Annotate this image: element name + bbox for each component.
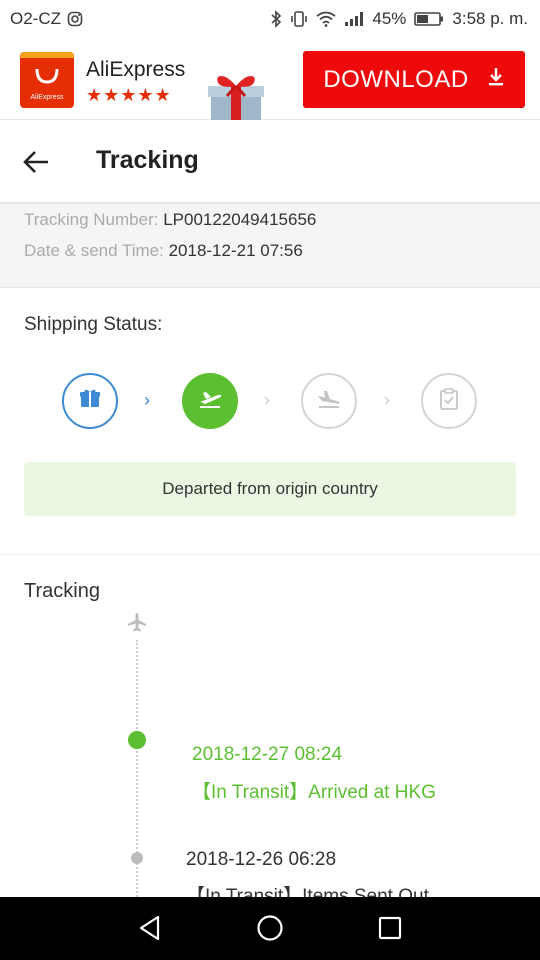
gift-icon [205, 66, 267, 122]
app-download-banner: AliExpress AliExpress ★★★★★ DOWNLOAD [0, 38, 540, 120]
step-arrived [301, 373, 357, 429]
page-header: Tracking [0, 120, 540, 204]
status-bar-right: 45% 3:58 p. m. [270, 9, 528, 29]
clipboard-check-icon [439, 387, 459, 415]
step-delivered [421, 373, 477, 429]
page-title: Tracking [96, 146, 199, 174]
logo-smile-icon: AliExpress [30, 68, 64, 101]
section-divider [0, 554, 540, 555]
recents-square-icon[interactable] [373, 911, 407, 945]
current-status-box: Departed from origin country [24, 462, 516, 516]
svg-text:AliExpress: AliExpress [30, 94, 64, 101]
plane-icon [126, 612, 148, 634]
bluetooth-icon [270, 10, 282, 28]
wifi-icon [316, 11, 336, 27]
download-icon [487, 66, 505, 94]
step-departed [182, 373, 238, 429]
signal-icon [344, 11, 364, 27]
tracking-section-title: Tracking [24, 580, 100, 602]
aliexpress-logo[interactable]: AliExpress [20, 52, 74, 108]
event-time: 2018-12-27 08:24 [192, 744, 343, 765]
tracking-number-row: Tracking Number: LP00122049415656 [24, 210, 316, 230]
current-status-text: Departed from origin country [162, 479, 378, 498]
download-button[interactable]: DOWNLOAD [303, 51, 525, 108]
instagram-icon [67, 11, 83, 27]
chevron-right-icon: › [264, 390, 270, 410]
plane-landing-icon [316, 388, 342, 415]
timeline-dot [131, 852, 143, 864]
timeline-dot-current [128, 731, 146, 749]
send-date-label: Date & send Time: [24, 241, 164, 260]
chevron-right-icon: › [384, 390, 390, 410]
package-icon [79, 389, 101, 414]
plane-takeoff-icon [197, 388, 223, 415]
chevron-right-icon: › [144, 390, 150, 410]
step-packaged [62, 373, 118, 429]
status-bar: O2-CZ 45% 3:58 p. m. [0, 0, 540, 38]
status-bar-left: O2-CZ [10, 9, 83, 29]
back-arrow-icon[interactable] [18, 144, 54, 180]
app-name: AliExpress [86, 58, 186, 81]
clock: 3:58 p. m. [452, 9, 528, 28]
tracking-number-label: Tracking Number: [24, 210, 159, 229]
battery-icon [414, 11, 444, 27]
carrier-label: O2-CZ [10, 9, 61, 28]
shipping-status-title: Shipping Status: [24, 314, 163, 335]
event-description: 【In Transit】Arrived at HKG [192, 782, 436, 803]
battery-percent: 45% [372, 9, 407, 28]
event-time: 2018-12-26 06:28 [186, 849, 337, 870]
star-rating: ★★★★★ [86, 85, 172, 105]
home-circle-icon[interactable] [253, 911, 287, 945]
tracking-number-value[interactable]: LP00122049415656 [163, 210, 316, 229]
send-date-row: Date & send Time: 2018-12-21 07:56 [24, 241, 303, 261]
vibrate-icon [290, 10, 308, 28]
tracking-info: Tracking Number: LP00122049415656 Date &… [0, 204, 540, 288]
back-triangle-icon[interactable] [133, 911, 167, 945]
send-date-value: 2018-12-21 07:56 [168, 241, 303, 260]
system-nav-bar [0, 897, 540, 960]
download-label: DOWNLOAD [323, 65, 469, 93]
